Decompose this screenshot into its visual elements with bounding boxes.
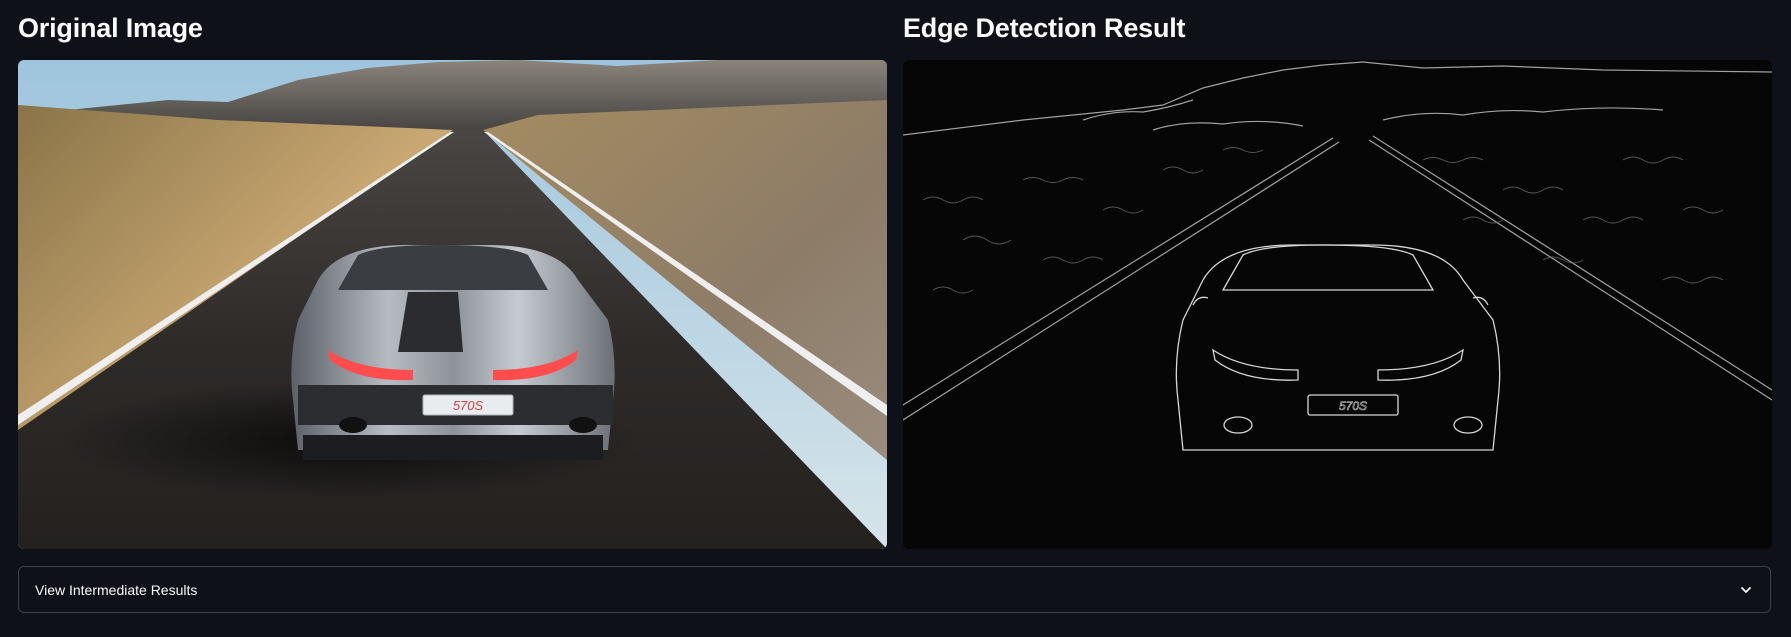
chevron-down-icon bbox=[1738, 582, 1754, 598]
original-image-heading: Original Image bbox=[18, 13, 203, 43]
edge-detection-image: 570S bbox=[903, 60, 1772, 549]
edge-detection-heading: Edge Detection Result bbox=[903, 13, 1186, 43]
app-main: Original Image 570S Edge Detection Resul… bbox=[0, 0, 1791, 637]
edge-plate-text: 570S bbox=[1339, 399, 1367, 413]
original-plate-text: 570S bbox=[453, 398, 484, 413]
original-image: 570S bbox=[18, 60, 887, 549]
expander-label: View Intermediate Results bbox=[35, 581, 198, 598]
intermediate-results-expander[interactable]: View Intermediate Results bbox=[18, 566, 1771, 613]
